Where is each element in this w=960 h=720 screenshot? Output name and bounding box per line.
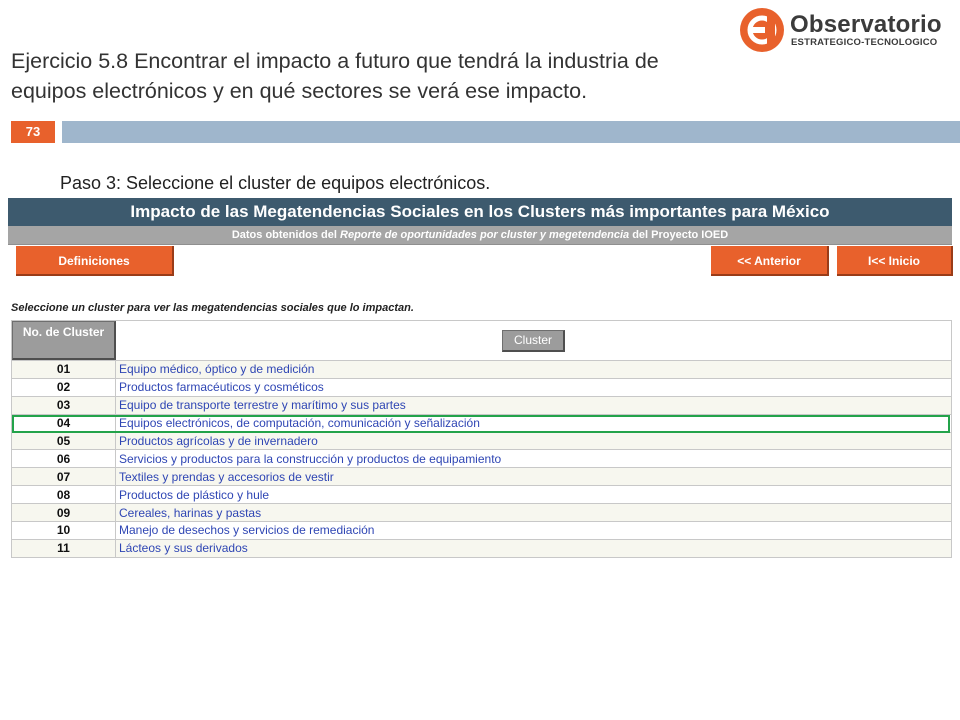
cluster-link[interactable]: Servicios y productos para la construcci… [115,449,952,469]
definitions-button[interactable]: Definiciones [16,246,174,276]
slide-number: 73 [11,121,55,143]
cluster-number: 07 [11,467,116,487]
logo-mark-icon [740,8,784,52]
cluster-link[interactable]: Equipo médico, óptico y de medición [115,360,952,379]
table-row[interactable]: 09 Cereales, harinas y pastas [11,503,952,523]
table-row[interactable]: 04 Equipos electrónicos, de computación, … [11,413,952,433]
cluster-number: 03 [11,395,116,415]
logo-subtitle: ESTRATEGICO-TECNOLOGICO [791,37,938,48]
logo-name: Observatorio [790,11,942,38]
cluster-number: 10 [11,521,116,540]
cluster-link[interactable]: Textiles y prendas y accesorios de vesti… [115,467,952,487]
table-row[interactable]: 05 Productos agrícolas y de invernadero [11,431,952,451]
cluster-number: 04 [11,413,116,433]
table-header-row: No. de Cluster Cluster [11,320,952,361]
cluster-number: 09 [11,503,116,523]
subheader-prefix: Datos obtenidos del [231,229,341,241]
table-row[interactable]: 03 Equipo de transporte terrestre y marít… [11,395,952,415]
table-row[interactable]: 07 Textiles y prendas y accesorios de ves… [11,467,952,487]
table-row[interactable]: 02 Productos farmacéuticos y cosméticos [11,377,952,397]
subheader-suffix: del Proyecto IOED [629,229,729,241]
cluster-link[interactable]: Productos de plástico y hule [115,485,952,505]
home-button[interactable]: I<< Inicio [837,246,953,276]
app-subheader: Datos obtenidos del Reporte de oportunid… [8,226,952,245]
cluster-number: 06 [11,449,116,469]
sort-by-cluster-button[interactable]: Cluster [502,329,565,352]
cluster-link[interactable]: Equipos electrónicos, de computación, co… [115,413,952,433]
cluster-link[interactable]: Cereales, harinas y pastas [115,503,952,523]
table-instruction: Seleccione un cluster para ver las megat… [11,302,414,314]
cluster-link[interactable]: Productos agrícolas y de invernadero [115,431,952,451]
embedded-app: Impacto de las Megatendencias Sociales e… [8,198,953,558]
slide-title: Ejercicio 5.8 Encontrar el impacto a fut… [11,49,659,103]
cluster-number: 01 [11,360,116,379]
table-row[interactable]: 01 Equipo médico, óptico y de medición [11,360,952,379]
cluster-link[interactable]: Lácteos y sus derivados [115,538,952,558]
cluster-number: 08 [11,485,116,505]
cluster-number: 02 [11,377,116,397]
table-row[interactable]: 08 Productos de plástico y hule [11,485,952,505]
observatorio-logo: Observatorio ESTRATEGICO-TECNOLOGICO [739,7,959,53]
cluster-link[interactable]: Manejo de desechos y servicios de remedi… [115,521,952,540]
slide-header-bar [62,121,960,143]
subheader-report-name: Reporte de oportunidades por cluster y m… [340,229,630,241]
table-row[interactable]: 06 Servicios y productos para la construc… [11,449,952,469]
cluster-link[interactable]: Productos farmacéuticos y cosméticos [115,377,952,397]
table-row[interactable]: 11 Lácteos y sus derivados [11,538,952,558]
table-row[interactable]: 10 Manejo de desechos y servicios de reme… [11,521,952,540]
cluster-number: 11 [11,538,116,558]
header-no-cell: No. de Cluster [11,320,116,361]
step-instruction: Paso 3: Seleccione el cluster de equipos… [60,173,491,193]
cluster-table: No. de Cluster Cluster 01 Equipo médico, … [11,320,952,558]
previous-button[interactable]: << Anterior [711,246,829,276]
cluster-number: 05 [11,431,116,451]
app-header-title: Impacto de las Megatendencias Sociales e… [8,198,952,226]
sort-by-number-button[interactable]: No. de Cluster [12,321,116,360]
cluster-link[interactable]: Equipo de transporte terrestre y marítim… [115,395,952,415]
header-cluster-cell: Cluster [115,320,952,361]
